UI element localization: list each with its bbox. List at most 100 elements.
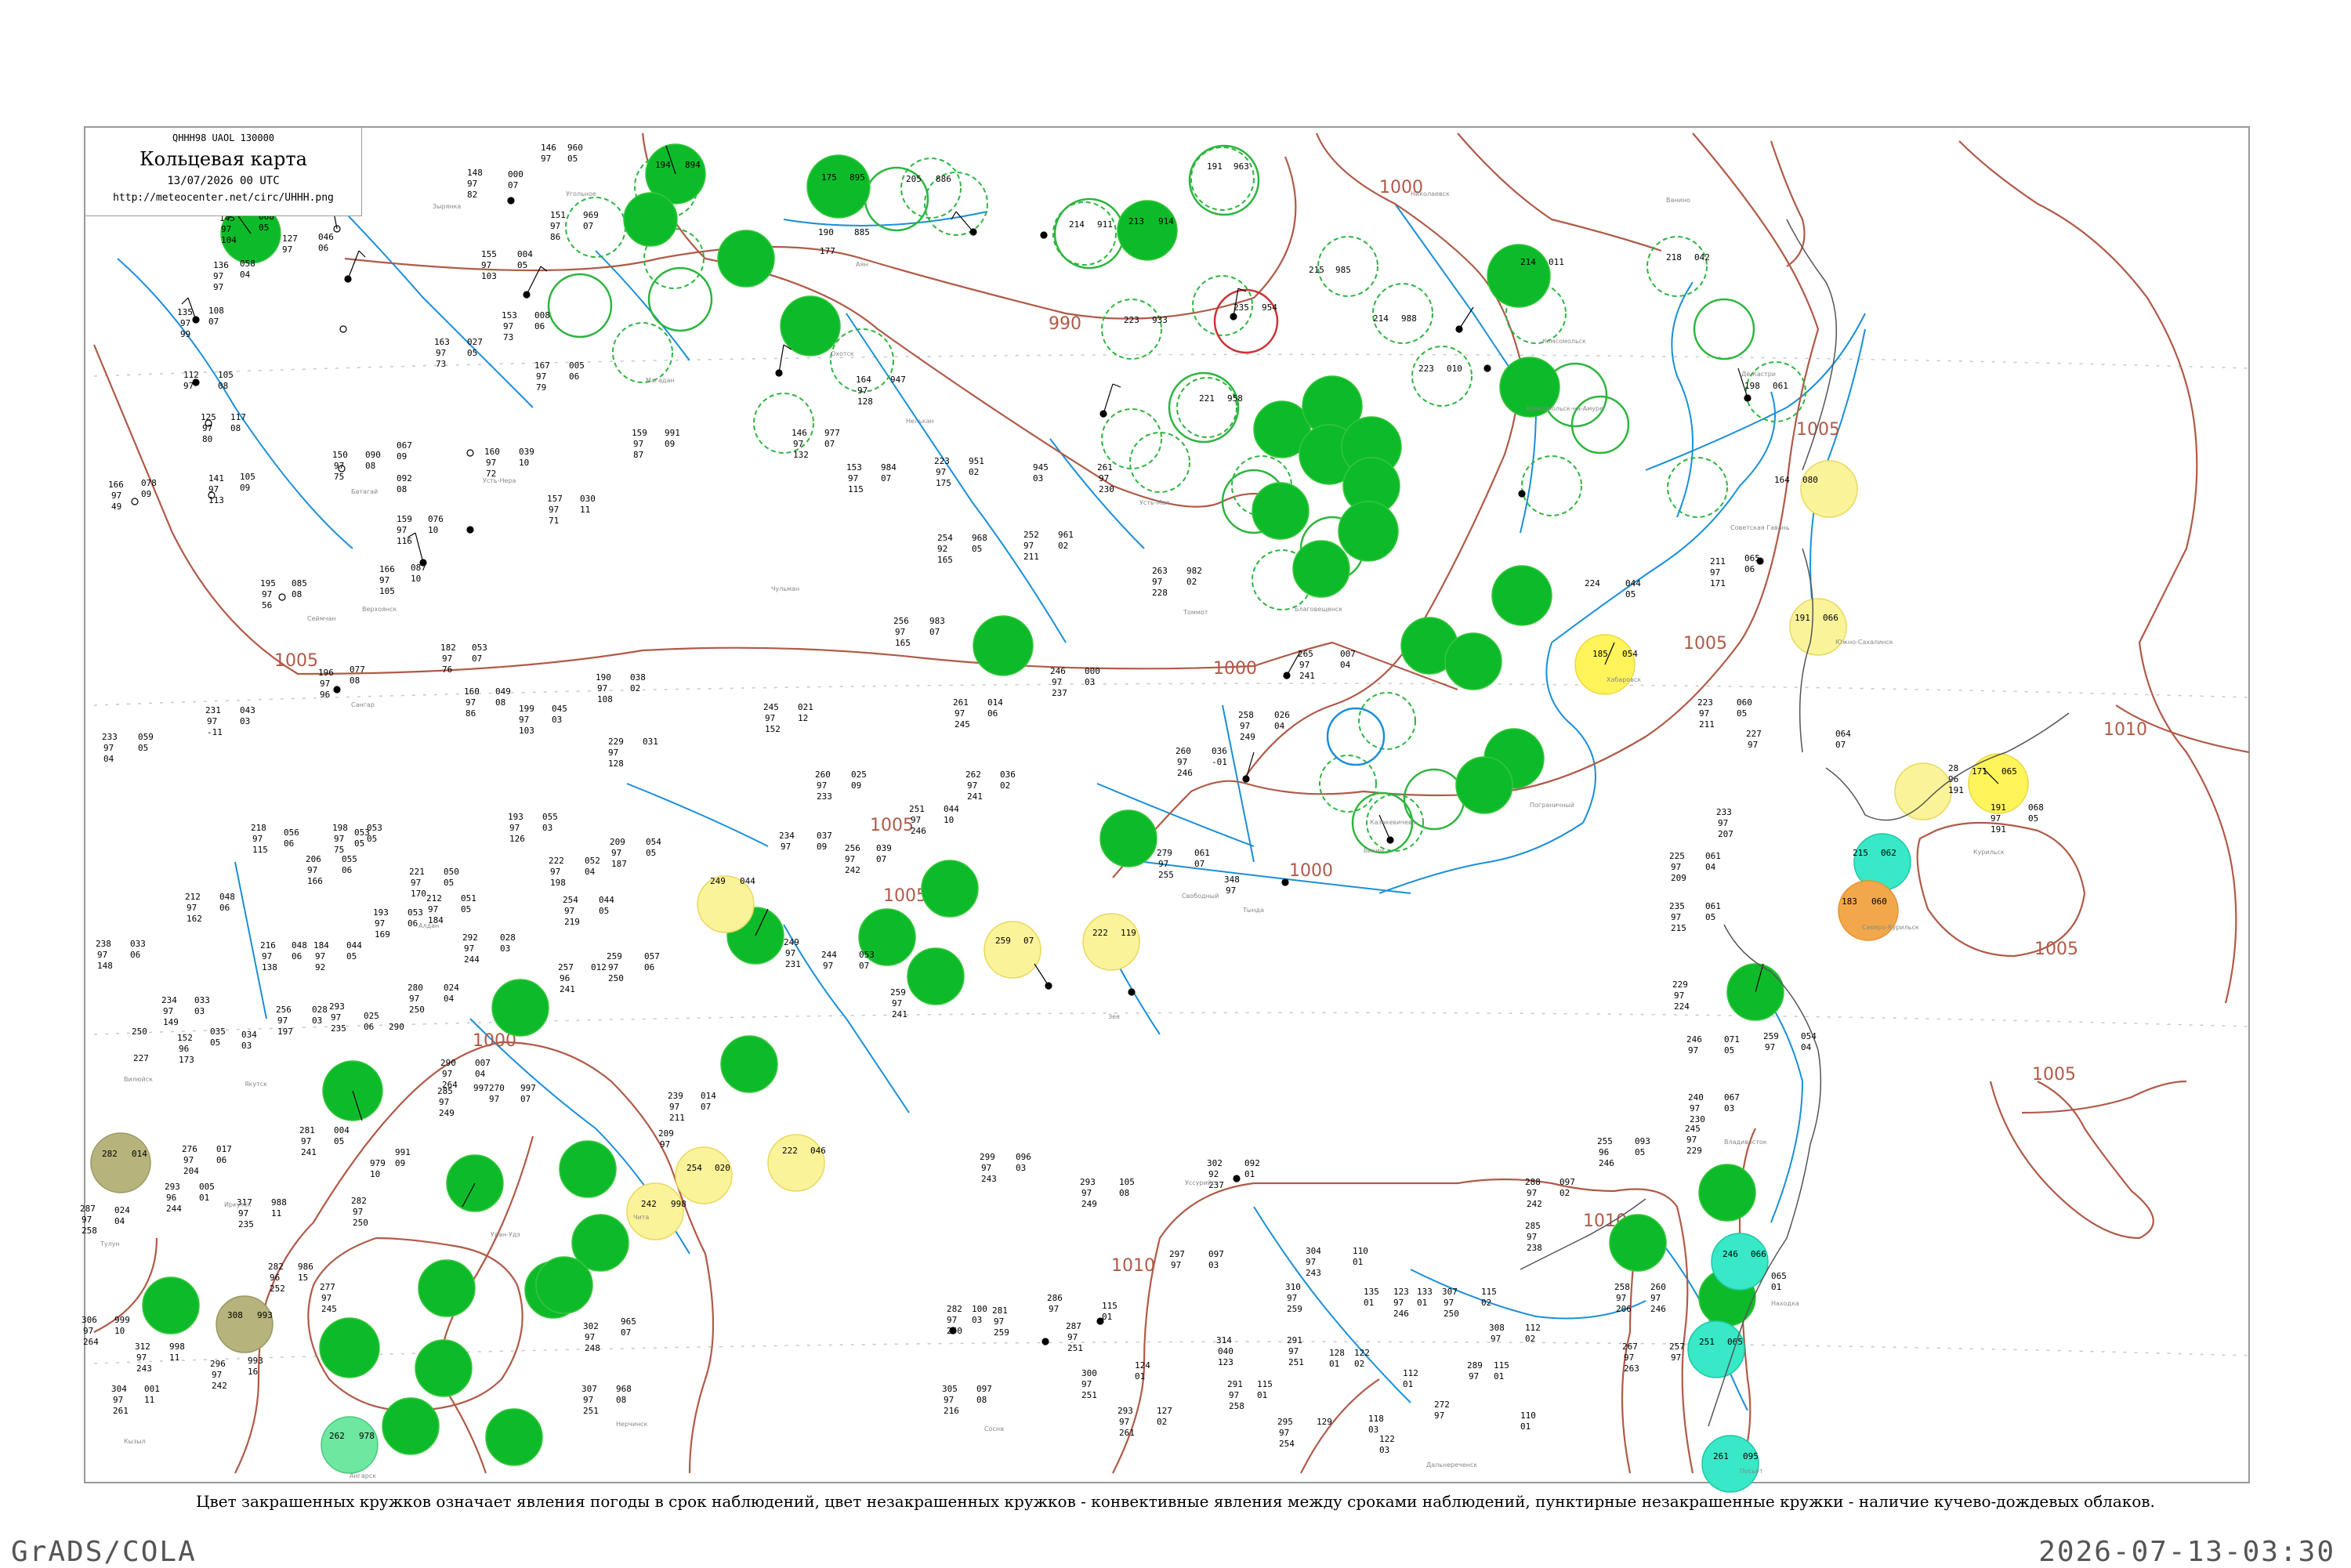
- svg-text:07: 07: [508, 180, 518, 190]
- svg-text:215: 215: [1671, 923, 1686, 933]
- svg-text:227: 227: [133, 1053, 149, 1063]
- svg-text:261: 261: [953, 697, 969, 708]
- svg-text:177: 177: [820, 246, 835, 256]
- svg-text:Ангарск: Ангарск: [350, 1472, 376, 1479]
- svg-text:093: 093: [1635, 1136, 1650, 1146]
- svg-text:97: 97: [1177, 757, 1187, 767]
- svg-text:997: 997: [473, 1083, 489, 1093]
- isobar-label: 1000: [1289, 861, 1333, 881]
- svg-text:039: 039: [519, 447, 534, 457]
- svg-text:05: 05: [354, 838, 364, 849]
- svg-text:894: 894: [685, 160, 701, 170]
- svg-text:004: 004: [334, 1125, 350, 1135]
- svg-text:207: 207: [1718, 829, 1733, 839]
- svg-text:175: 175: [821, 172, 837, 183]
- svg-text:212: 212: [185, 892, 201, 902]
- svg-text:267: 267: [1622, 1342, 1638, 1352]
- svg-text:065: 065: [1771, 1271, 1787, 1281]
- svg-text:291: 291: [1287, 1335, 1302, 1345]
- svg-text:Усть-Мая: Усть-Мая: [1139, 499, 1169, 506]
- svg-text:97: 97: [307, 865, 317, 875]
- map-url: http://meteocenter.net/circ/UHHH.png: [113, 192, 334, 204]
- svg-text:235: 235: [331, 1023, 346, 1034]
- svg-text:97: 97: [202, 423, 212, 433]
- svg-text:065: 065: [1744, 553, 1760, 563]
- svg-text:97: 97: [785, 948, 795, 958]
- svg-text:05: 05: [210, 1037, 220, 1048]
- svg-text:256: 256: [845, 843, 860, 853]
- svg-text:227: 227: [1746, 729, 1762, 739]
- svg-text:05: 05: [444, 878, 454, 888]
- svg-text:250: 250: [353, 1218, 368, 1228]
- svg-text:998: 998: [169, 1342, 185, 1352]
- svg-text:96: 96: [320, 690, 330, 700]
- svg-text:87: 87: [633, 450, 643, 460]
- svg-text:242: 242: [845, 865, 860, 875]
- svg-text:241: 241: [892, 1009, 907, 1019]
- svg-text:07: 07: [621, 1327, 631, 1338]
- svg-text:148: 148: [97, 961, 113, 971]
- svg-text:302: 302: [1207, 1158, 1223, 1168]
- svg-text:071: 071: [1724, 1034, 1740, 1045]
- svg-text:044: 044: [944, 804, 959, 814]
- svg-text:004: 004: [517, 249, 533, 259]
- svg-text:299: 299: [980, 1152, 995, 1162]
- svg-text:256: 256: [276, 1005, 292, 1015]
- svg-text:170: 170: [411, 889, 426, 899]
- svg-text:08: 08: [292, 589, 302, 599]
- svg-text:97: 97: [660, 1139, 670, 1150]
- svg-text:076: 076: [428, 514, 444, 524]
- svg-text:036: 036: [1000, 770, 1016, 780]
- svg-text:05: 05: [1724, 1045, 1734, 1056]
- svg-text:256: 256: [893, 616, 909, 626]
- svg-text:068: 068: [2028, 802, 2044, 813]
- svg-text:07: 07: [701, 1102, 711, 1112]
- svg-text:04: 04: [475, 1069, 486, 1079]
- svg-text:-01: -01: [1212, 757, 1227, 767]
- svg-text:08: 08: [350, 675, 360, 686]
- svg-text:05: 05: [1625, 589, 1636, 599]
- svg-text:Нелькан: Нелькан: [906, 418, 934, 425]
- svg-text:228: 228: [1152, 588, 1168, 598]
- svg-text:211: 211: [1023, 552, 1039, 562]
- svg-text:97: 97: [464, 943, 474, 954]
- svg-text:261: 261: [113, 1406, 129, 1416]
- svg-text:296: 296: [210, 1359, 226, 1369]
- svg-text:97: 97: [379, 575, 389, 585]
- svg-text:197: 197: [277, 1027, 293, 1037]
- svg-text:110: 110: [1353, 1246, 1368, 1256]
- svg-text:044: 044: [740, 876, 755, 886]
- svg-text:221: 221: [1199, 393, 1215, 404]
- svg-text:245: 245: [763, 702, 779, 712]
- svg-text:97: 97: [1299, 660, 1310, 670]
- svg-text:933: 933: [1152, 315, 1168, 325]
- svg-text:97: 97: [1287, 1293, 1297, 1303]
- svg-text:222: 222: [549, 856, 564, 866]
- svg-text:01: 01: [1771, 1282, 1781, 1292]
- svg-text:123: 123: [1393, 1287, 1409, 1297]
- svg-text:282: 282: [947, 1304, 962, 1314]
- svg-text:Кызыл: Кызыл: [124, 1438, 146, 1445]
- svg-text:000: 000: [508, 169, 523, 179]
- svg-text:270: 270: [489, 1083, 505, 1093]
- svg-text:039: 039: [876, 843, 892, 853]
- svg-text:97: 97: [550, 221, 560, 231]
- svg-text:97: 97: [397, 525, 407, 535]
- svg-text:209: 209: [1671, 873, 1686, 883]
- svg-text:97: 97: [334, 834, 344, 844]
- svg-text:136: 136: [213, 260, 229, 270]
- svg-text:97: 97: [436, 348, 446, 358]
- svg-text:97: 97: [583, 1395, 593, 1405]
- svg-text:304: 304: [1306, 1246, 1321, 1256]
- svg-text:05: 05: [646, 848, 656, 858]
- svg-text:251: 251: [1699, 1337, 1715, 1347]
- svg-text:053: 053: [472, 643, 487, 653]
- svg-text:001: 001: [144, 1384, 160, 1394]
- svg-text:116: 116: [397, 536, 412, 546]
- map-datetime: 13/07/2026 00 UTC: [167, 175, 280, 187]
- svg-text:71: 71: [549, 516, 559, 526]
- svg-text:08: 08: [495, 697, 505, 708]
- svg-text:229: 229: [1672, 980, 1688, 990]
- svg-text:97: 97: [320, 679, 330, 689]
- svg-text:97: 97: [103, 743, 114, 753]
